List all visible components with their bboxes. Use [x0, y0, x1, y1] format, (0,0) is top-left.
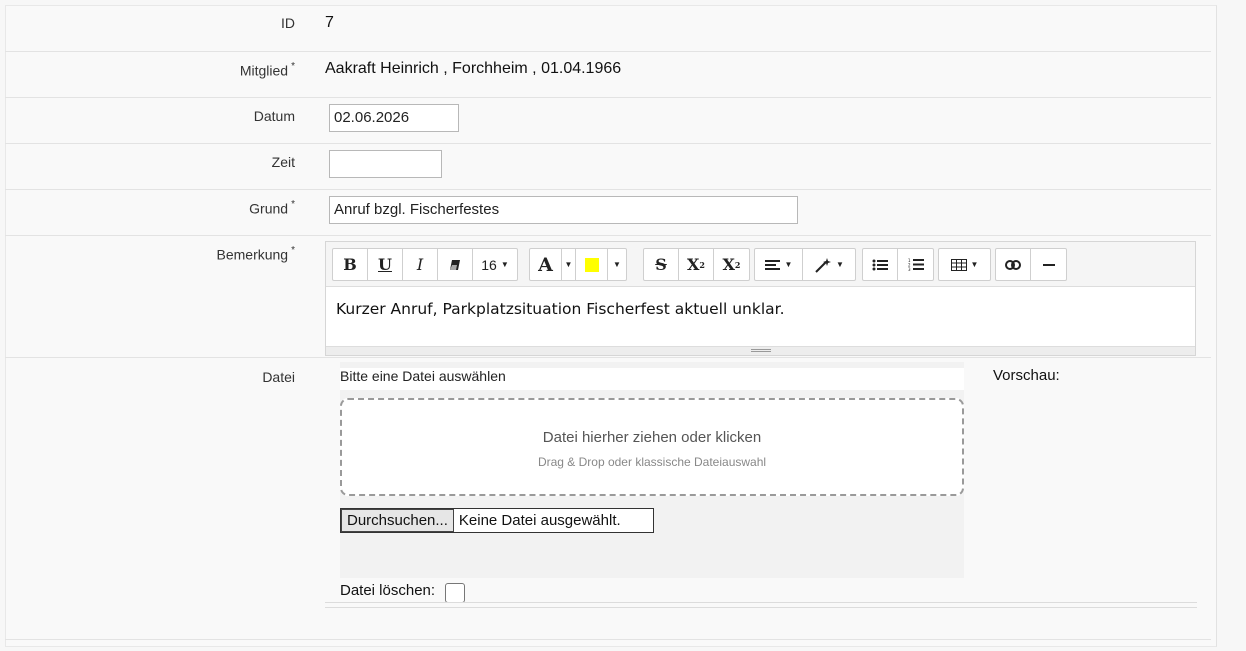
chevron-down-icon: ▼: [500, 260, 509, 269]
chevron-down-icon: ▼: [564, 260, 573, 269]
unordered-list-icon[interactable]: [863, 249, 898, 280]
file-divider: [325, 602, 1197, 603]
grund-label-text: Grund: [249, 200, 289, 217]
rich-text-editor[interactable]: B U I 16 ▼ A ▼ ▼ S X2 X2 ▼ ▼ 1 2 3 ▼ Kur…: [325, 241, 1196, 356]
svg-text:3: 3: [908, 267, 911, 271]
editor-toolbar: B U I 16 ▼ A ▼ ▼ S X2 X2 ▼ ▼ 1 2 3 ▼: [326, 242, 1195, 287]
row-mitglied: Mitglied * Aakraft Heinrich , Forchheim ,…: [5, 51, 1211, 98]
bemerkung-label: Bemerkung *: [5, 245, 296, 263]
grip-icon: [751, 349, 771, 352]
id-label: ID: [281, 15, 295, 31]
align-icon[interactable]: ▼: [755, 249, 803, 280]
row-id: ID 7: [5, 6, 1211, 51]
horizontal-rule-icon[interactable]: [1031, 249, 1066, 280]
grund-input[interactable]: Anruf bzgl. Fischerfestes: [329, 196, 798, 224]
subscript-icon[interactable]: X2: [714, 249, 749, 280]
required-marker: *: [291, 199, 295, 210]
font-color-icon[interactable]: A: [530, 249, 562, 280]
dropzone-title: Datei hierher ziehen oder klicken: [542, 429, 762, 446]
datum-input[interactable]: 02.06.2026: [329, 104, 459, 132]
strikethrough-icon[interactable]: S: [644, 249, 679, 280]
mitglied-label-text: Mitglied: [239, 62, 289, 79]
delete-file-label: Datei löschen:: [340, 582, 436, 599]
row-datum: Datum 02.06.2026: [5, 97, 1211, 144]
required-marker: *: [291, 245, 295, 256]
highlight-color-icon[interactable]: [576, 249, 608, 280]
row-grund: Grund * Anruf bzgl. Fischerfestes: [5, 189, 1211, 236]
row-zeit: Zeit: [5, 143, 1211, 190]
mitglied-value: Aakraft Heinrich , Forchheim , 01.04.196…: [325, 60, 622, 77]
editor-resize-handle[interactable]: [326, 346, 1195, 355]
toolbar-group-lists: 123: [862, 248, 934, 281]
file-dropzone[interactable]: Datei hierher ziehen oder klicken Drag &…: [340, 398, 964, 496]
chevron-down-icon: ▼: [613, 260, 621, 269]
magic-icon[interactable]: ▼: [803, 249, 855, 280]
chevron-down-icon: ▼: [970, 260, 979, 269]
browse-button[interactable]: Durchsuchen...: [341, 509, 454, 532]
underline-icon[interactable]: U: [368, 249, 403, 280]
mitglied-label: Mitglied *: [5, 61, 295, 79]
font-size-value: 16: [481, 256, 497, 273]
datei-label: Datei: [262, 369, 295, 385]
editor-content[interactable]: Kurzer Anruf, Parkplatzsituation Fischer…: [336, 300, 785, 318]
bold-icon[interactable]: B: [333, 249, 368, 280]
zeit-input[interactable]: [329, 150, 442, 178]
superscript-icon[interactable]: X2: [679, 249, 714, 280]
file-hint: Bitte eine Datei auswählen: [340, 368, 964, 390]
datum-label: Datum: [253, 108, 295, 124]
toolbar-group-table: ▼: [938, 248, 991, 281]
preview-label: Vorschau:: [993, 367, 1060, 384]
toolbar-group-paragraph: ▼ ▼: [754, 248, 856, 281]
ordered-list-icon[interactable]: 123: [898, 249, 933, 280]
delete-file-checkbox[interactable]: [445, 583, 465, 603]
chevron-down-icon: ▼: [784, 260, 793, 269]
toolbar-group-font-style: B U I 16 ▼: [332, 248, 518, 281]
grund-label: Grund *: [5, 199, 295, 217]
toolbar-group-insert: [995, 248, 1067, 281]
toolbar-group-color: A ▼ ▼: [529, 248, 627, 281]
bemerkung-label-text: Bemerkung: [216, 246, 289, 263]
dropzone-subtitle: Drag & Drop oder klassische Dateiauswahl: [537, 455, 767, 469]
table-icon[interactable]: ▼: [939, 249, 990, 280]
highlight-color-dropdown[interactable]: ▼: [608, 249, 626, 280]
file-divider: [325, 607, 1197, 608]
zeit-label: Zeit: [271, 154, 295, 170]
chevron-down-icon: ▼: [836, 260, 844, 269]
file-status: Keine Datei ausgewählt.: [458, 512, 621, 529]
id-value: 7: [325, 14, 334, 31]
file-input[interactable]: Durchsuchen... Keine Datei ausgewählt.: [340, 508, 654, 533]
toolbar-group-script: S X2 X2: [643, 248, 750, 281]
font-color-dropdown[interactable]: ▼: [562, 249, 576, 280]
required-marker: *: [291, 61, 295, 72]
eraser-icon[interactable]: [438, 249, 473, 280]
font-size-dropdown[interactable]: 16 ▼: [473, 249, 517, 280]
italic-icon[interactable]: I: [403, 249, 438, 280]
highlight-swatch: [584, 257, 599, 272]
link-icon[interactable]: [996, 249, 1031, 280]
